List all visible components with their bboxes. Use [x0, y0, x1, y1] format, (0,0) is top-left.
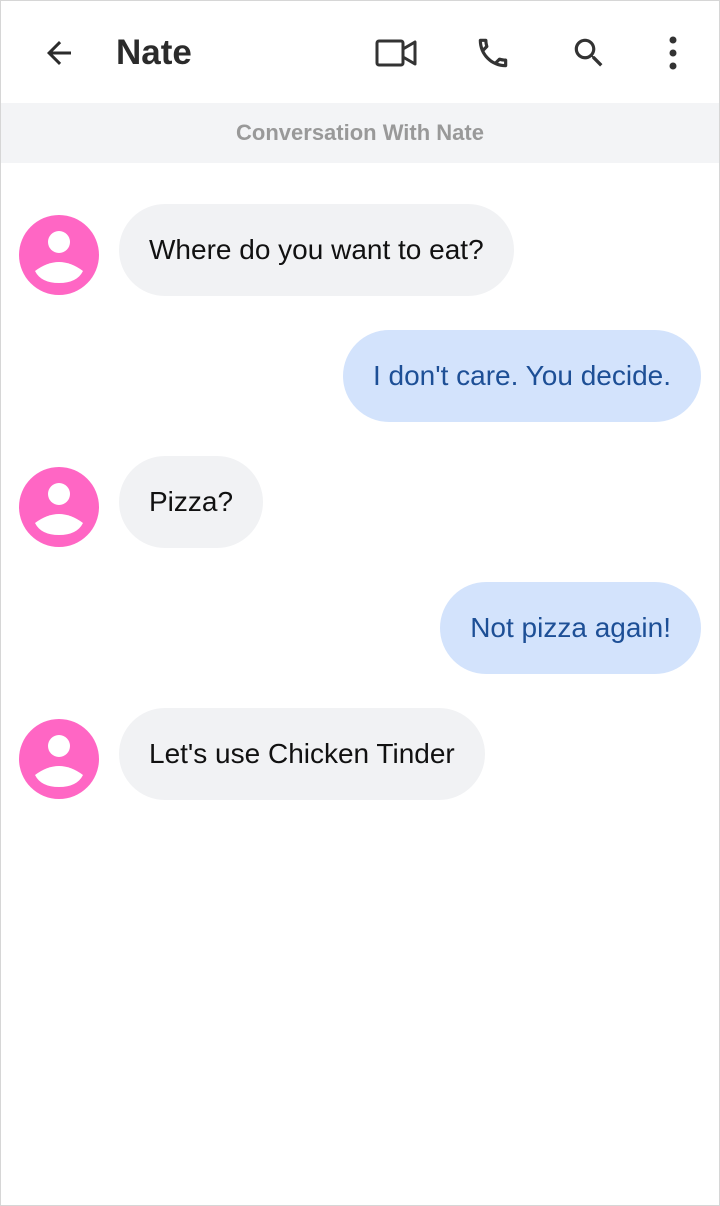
- back-button[interactable]: [33, 27, 85, 79]
- phone-call-button[interactable]: [467, 27, 519, 79]
- person-icon: [19, 231, 99, 295]
- app-bar: Nate: [1, 1, 719, 103]
- chat-screen: Nate Conversation With Nate Where do you…: [0, 0, 720, 1206]
- video-call-button[interactable]: [371, 27, 423, 79]
- search-icon: [570, 34, 608, 72]
- phone-icon: [474, 34, 512, 72]
- avatar: [19, 467, 99, 547]
- more-options-button[interactable]: [647, 27, 699, 79]
- back-arrow-icon: [41, 35, 77, 71]
- person-icon: [19, 735, 99, 799]
- incoming-message: Let's use Chicken Tinder: [119, 708, 485, 800]
- incoming-message: Pizza?: [119, 456, 264, 548]
- search-button[interactable]: [563, 27, 615, 79]
- contact-name: Nate: [116, 33, 192, 72]
- more-vert-icon: [667, 35, 679, 71]
- person-icon: [19, 483, 99, 547]
- conversation-banner: Conversation With Nate: [1, 103, 719, 163]
- incoming-message: Where do you want to eat?: [119, 204, 514, 296]
- outgoing-message: Not pizza again!: [440, 582, 701, 674]
- avatar: [19, 215, 99, 295]
- avatar: [19, 719, 99, 799]
- outgoing-message: I don't care. You decide.: [342, 330, 701, 422]
- video-camera-icon: [375, 37, 419, 69]
